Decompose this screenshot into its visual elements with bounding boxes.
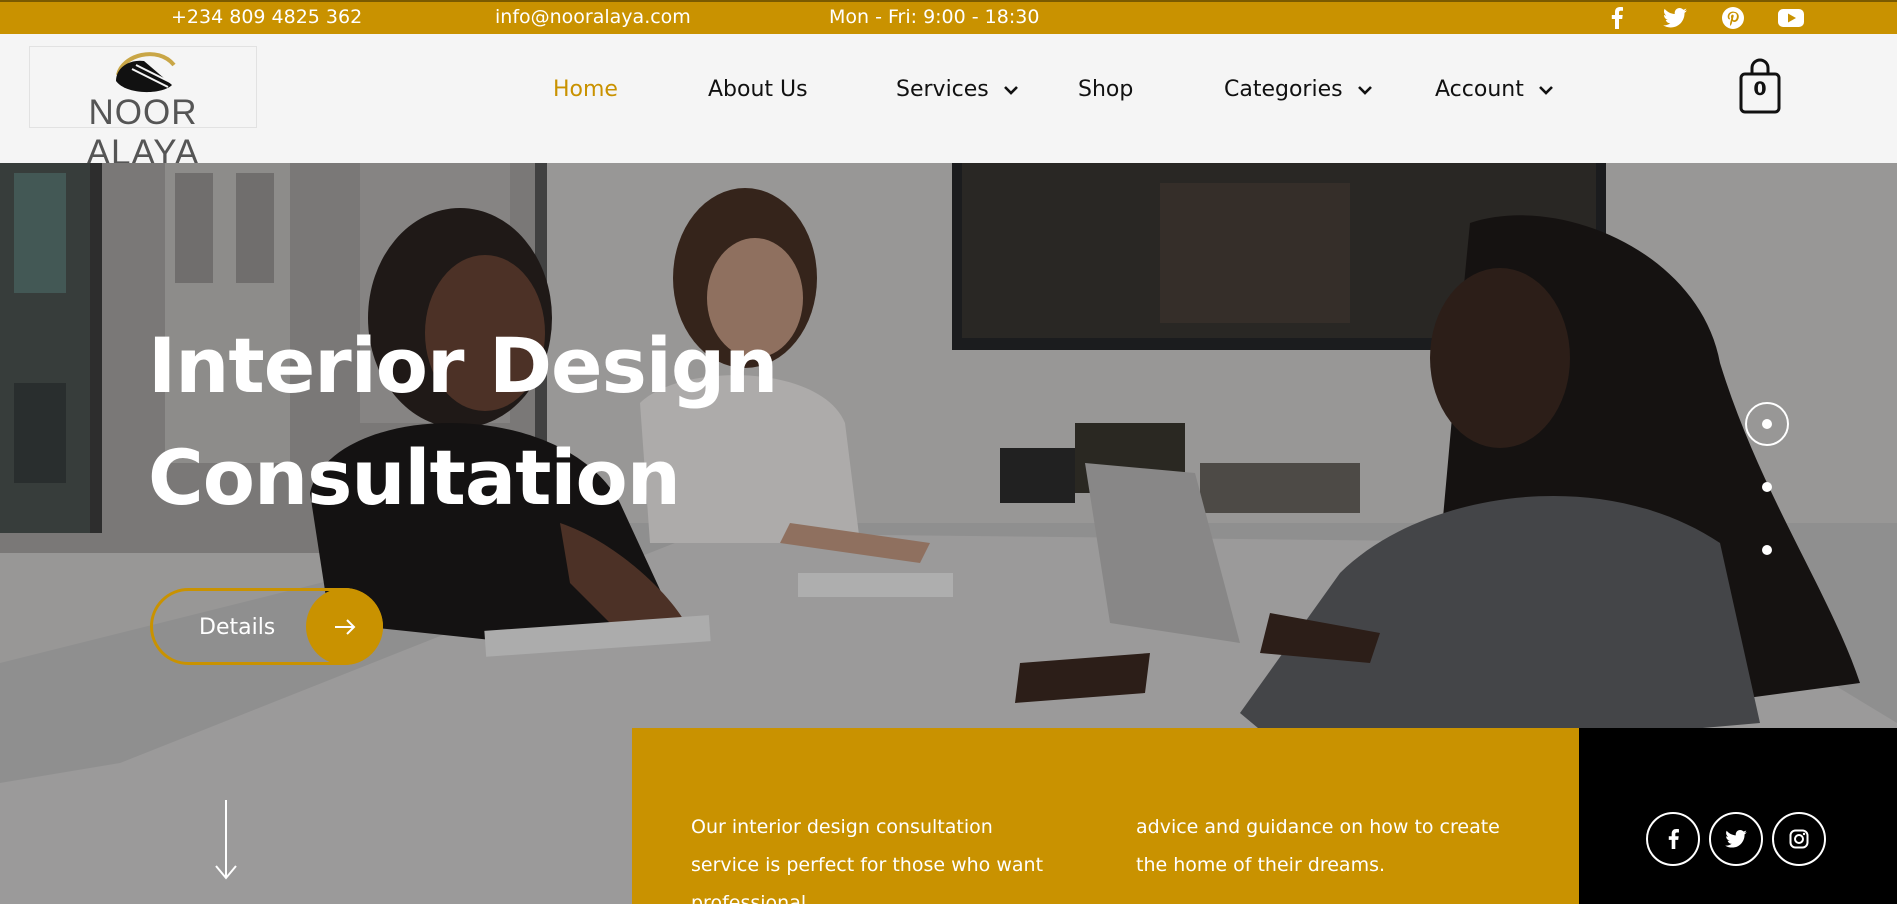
nav-services[interactable]: Services bbox=[896, 77, 1019, 102]
cart-button[interactable]: 0 bbox=[1739, 58, 1781, 116]
nav-about-us-label: About Us bbox=[708, 77, 808, 102]
nav-about-us[interactable]: About Us bbox=[708, 77, 808, 102]
hero-title-line1: Interior Design bbox=[148, 321, 778, 410]
site-logo[interactable]: NOOR ALAYA bbox=[29, 46, 257, 172]
nav-shop[interactable]: Shop bbox=[1078, 77, 1133, 102]
youtube-icon[interactable] bbox=[1778, 7, 1804, 29]
nav-categories[interactable]: Categories bbox=[1224, 77, 1373, 102]
details-button-label: Details bbox=[199, 615, 276, 640]
social-panel bbox=[1579, 728, 1897, 904]
chevron-down-icon bbox=[1357, 85, 1372, 95]
hero-title: Interior Design Consultation bbox=[148, 310, 778, 534]
top-info-bar: +234 809 4825 362 info@nooralaya.com Mon… bbox=[0, 0, 1897, 34]
hero-title-line2: Consultation bbox=[148, 433, 681, 522]
nav-shop-label: Shop bbox=[1078, 77, 1134, 102]
twitter-icon[interactable] bbox=[1662, 7, 1688, 29]
details-button[interactable]: Details bbox=[150, 588, 383, 665]
twitter-icon[interactable] bbox=[1709, 812, 1763, 866]
description-col-1: Our interior design consultation service… bbox=[691, 816, 1044, 904]
email-link[interactable]: info@nooralaya.com bbox=[495, 6, 691, 28]
nav-account-label: Account bbox=[1435, 77, 1524, 102]
business-hours: Mon - Fri: 9:00 - 18:30 bbox=[829, 6, 1040, 28]
nav-home[interactable]: Home bbox=[553, 77, 618, 102]
logo-text: NOOR ALAYA bbox=[86, 93, 200, 172]
facebook-icon[interactable] bbox=[1604, 7, 1630, 29]
arrow-right-icon bbox=[306, 588, 383, 665]
facebook-icon[interactable] bbox=[1646, 812, 1700, 866]
hero-slider: Interior Design Consultation Details Our… bbox=[0, 163, 1897, 904]
description-col-2: advice and guidance on how to create the… bbox=[1136, 816, 1500, 876]
chevron-down-icon bbox=[1003, 85, 1018, 95]
cart-count: 0 bbox=[1753, 78, 1767, 100]
slide-dot-1-active[interactable] bbox=[1745, 402, 1789, 446]
pinterest-icon[interactable] bbox=[1720, 7, 1746, 29]
nav-home-label: Home bbox=[553, 77, 618, 102]
nav-services-label: Services bbox=[896, 77, 989, 102]
logo-emblem-icon bbox=[116, 52, 176, 93]
nav-categories-label: Categories bbox=[1224, 77, 1343, 102]
description-panel: Our interior design consultation service… bbox=[632, 728, 1579, 904]
instagram-icon[interactable] bbox=[1772, 812, 1826, 866]
site-header: NOOR ALAYA Home About Us Services Shop C… bbox=[0, 34, 1897, 172]
chevron-down-icon bbox=[1538, 85, 1553, 95]
slide-dot-3[interactable] bbox=[1762, 545, 1772, 555]
phone-number[interactable]: +234 809 4825 362 bbox=[171, 6, 362, 28]
arrow-down-icon[interactable] bbox=[214, 800, 238, 880]
slide-dot-2[interactable] bbox=[1762, 482, 1772, 492]
nav-account[interactable]: Account bbox=[1435, 77, 1554, 102]
